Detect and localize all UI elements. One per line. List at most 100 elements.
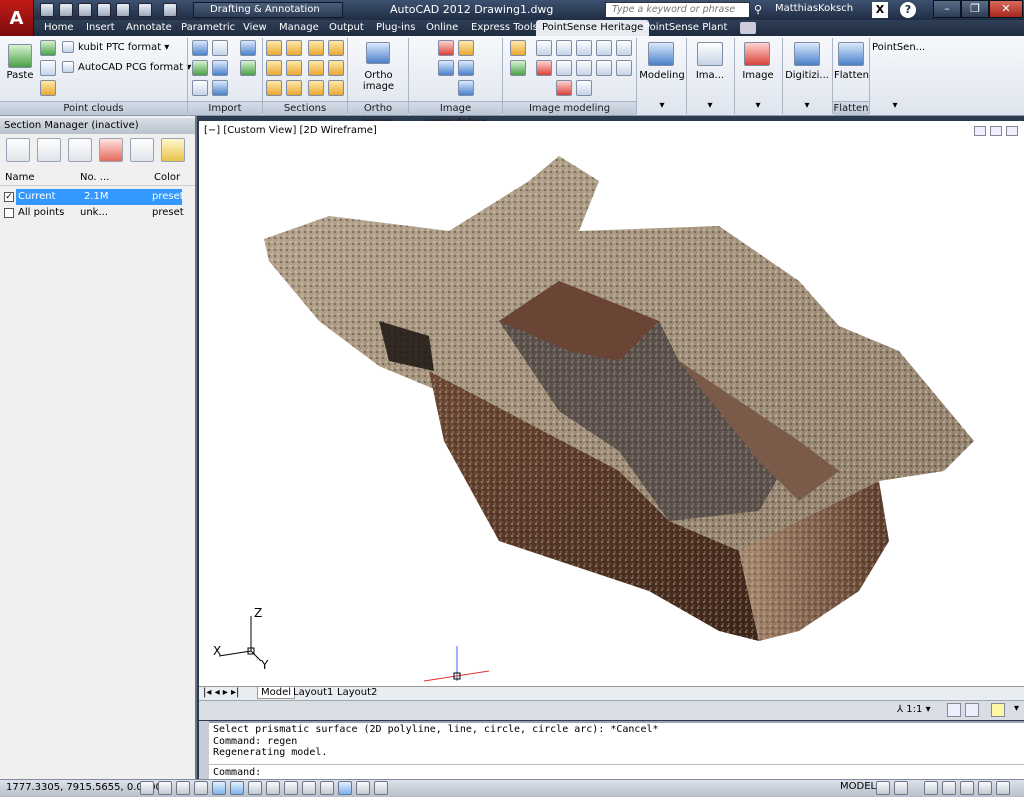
tab-view[interactable]: View [237, 20, 273, 36]
undo-icon[interactable] [138, 3, 152, 17]
image-project-icon[interactable] [458, 80, 474, 96]
section-offset-icon[interactable] [286, 80, 302, 96]
section-add-icon[interactable] [130, 138, 154, 162]
import-registration-icon[interactable] [240, 40, 256, 56]
workspace-dropdown[interactable]: Drafting & Annotation [193, 2, 343, 18]
ortho-image-button[interactable]: Ortho image [349, 70, 408, 92]
lock-ui-icon[interactable] [942, 781, 956, 795]
image-large-icon[interactable] [744, 42, 770, 66]
import-grid-icon[interactable] [212, 60, 228, 76]
import-e57-icon[interactable] [212, 40, 228, 56]
image-button[interactable]: Image [736, 70, 780, 81]
section-align-icon[interactable] [308, 80, 324, 96]
search-input[interactable]: Type a keyword or phrase [605, 2, 750, 18]
model-polyline-icon[interactable] [536, 40, 552, 56]
lineweight-icon[interactable] [320, 781, 334, 795]
layout-nav-arrows-icon[interactable]: |◂ ◂ ▸ ▸| [203, 687, 239, 698]
redo-icon[interactable] [163, 3, 177, 17]
quick-properties-icon[interactable] [356, 781, 370, 795]
section-up-icon[interactable] [286, 60, 302, 76]
ribbon-toggle-icon[interactable] [740, 22, 756, 34]
autocad-app-icon[interactable]: A [0, 0, 34, 36]
kubit-ptc-format-button[interactable]: kubit PTC format ▾ [78, 42, 169, 53]
import-scan-icon[interactable] [192, 40, 208, 56]
column-header-number[interactable]: No. ... [80, 172, 109, 183]
section-manager-icon[interactable] [328, 80, 344, 96]
clean-screen-icon[interactable] [996, 781, 1010, 795]
snap-mode-icon[interactable] [158, 781, 172, 795]
model-space-button[interactable]: MODEL [840, 781, 876, 792]
annotation-visibility-icon[interactable] [947, 703, 961, 717]
model-remove-icon[interactable] [536, 60, 552, 76]
point-cloud-edit-icon[interactable] [40, 80, 56, 96]
infer-constraints-icon[interactable] [140, 781, 154, 795]
table-row[interactable]: All points unk... preset [0, 205, 195, 221]
object-snap-tracking-icon[interactable] [266, 781, 280, 795]
paste-icon[interactable] [8, 44, 32, 68]
model-fit-icon[interactable] [510, 60, 526, 76]
section-slice-icon[interactable] [286, 40, 302, 56]
annotation-autoscale-icon[interactable] [965, 703, 979, 717]
digitize-dropdown-icon[interactable]: ▾ [784, 100, 830, 111]
digitize-button[interactable]: Digitizi... [784, 70, 830, 81]
allow-dynamic-ucs-icon[interactable] [284, 781, 298, 795]
tab-express-tools[interactable]: Express Tools [465, 20, 544, 36]
tab-pointsense-heritage[interactable]: PointSense Heritage [536, 20, 650, 36]
selection-cycling-icon[interactable] [374, 781, 388, 795]
section-rotate-icon[interactable] [308, 60, 324, 76]
import-z-icon[interactable] [192, 80, 208, 96]
point-cloud-settings-icon[interactable] [40, 60, 56, 76]
section-move-icon[interactable] [266, 60, 282, 76]
image-rectify-icon[interactable] [458, 60, 474, 76]
model-cylinder-icon[interactable] [596, 60, 612, 76]
image-camera-icon[interactable] [438, 60, 454, 76]
image-dropdown-icon[interactable]: ▾ [736, 100, 780, 111]
tab-home[interactable]: Home [38, 20, 80, 36]
new-file-icon[interactable] [40, 3, 54, 17]
model-polygon-icon[interactable] [616, 60, 632, 76]
ortho-mode-icon[interactable] [194, 781, 208, 795]
exchange-icon[interactable]: X [872, 2, 888, 18]
import-color-icon[interactable] [240, 60, 256, 76]
command-window-grip[interactable] [199, 721, 209, 779]
flatten-button[interactable]: Flatten [834, 70, 869, 81]
save-as-icon[interactable] [97, 3, 111, 17]
model-corner-icon[interactable] [576, 40, 592, 56]
autocad-pcg-format-button[interactable]: AutoCAD PCG format ▾ [78, 62, 191, 73]
save-icon[interactable] [78, 3, 92, 17]
pointsense-dropdown-icon[interactable]: ▾ [872, 100, 918, 111]
tab-model[interactable]: Model [257, 687, 296, 699]
table-row[interactable]: ✓ Current 2.1M preset [0, 189, 195, 205]
command-input[interactable]: Command: [213, 767, 261, 778]
model-line-icon[interactable] [556, 40, 572, 56]
ima-button[interactable]: Ima... [688, 70, 732, 81]
palette-title[interactable]: Section Manager (inactive) [0, 118, 195, 134]
tab-online[interactable]: Online [420, 20, 464, 36]
transparency-icon[interactable] [338, 781, 352, 795]
user-name[interactable]: MatthiasKoksch [775, 3, 853, 14]
pointsense-button[interactable]: PointSen... [872, 42, 925, 53]
modeling-icon[interactable] [648, 42, 674, 66]
close-button[interactable]: ✕ [989, 0, 1023, 18]
section-zoom-icon[interactable] [6, 138, 30, 162]
model-vertex-icon[interactable] [556, 80, 572, 96]
column-header-color[interactable]: Color [154, 172, 180, 183]
modeling-button[interactable]: Modeling [638, 70, 686, 81]
annotation-scale[interactable]: ⅄ 1:1 ▾ [897, 704, 931, 715]
ortho-image-icon[interactable] [366, 42, 390, 64]
lightbulb-icon[interactable] [991, 703, 1005, 717]
grid-display-icon[interactable] [176, 781, 190, 795]
quick-view-layouts-icon[interactable] [876, 781, 890, 795]
help-icon[interactable]: ? [900, 2, 916, 18]
model-point-icon[interactable] [510, 40, 526, 56]
section-stack-icon[interactable] [308, 40, 324, 56]
flatten-icon[interactable] [838, 42, 864, 66]
coordinate-readout[interactable]: 1777.3305, 7915.5655, 0.0000 [6, 782, 162, 793]
point-cloud-refresh-icon[interactable] [40, 40, 56, 56]
minimize-button[interactable]: – [933, 0, 961, 18]
image-compute-icon[interactable] [438, 40, 454, 56]
modeling-dropdown-icon[interactable]: ▾ [638, 100, 686, 111]
object-snap-icon[interactable] [230, 781, 244, 795]
dynamic-input-icon[interactable] [302, 781, 316, 795]
paste-button[interactable]: Paste [2, 70, 38, 81]
